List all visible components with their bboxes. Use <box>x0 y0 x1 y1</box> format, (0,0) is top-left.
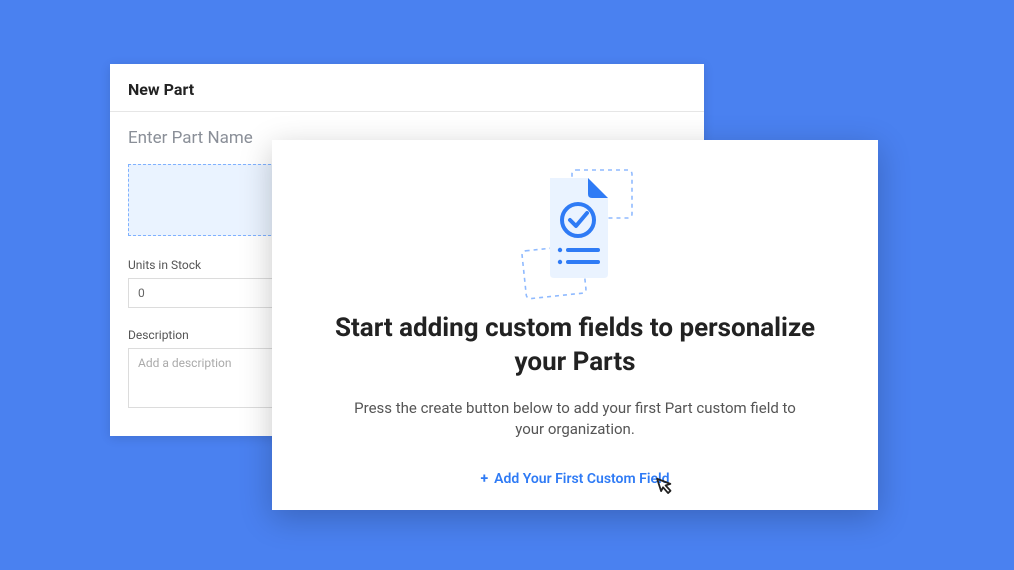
add-first-custom-field-button[interactable]: + Add Your First Custom Field <box>480 471 669 487</box>
custom-fields-modal: Start adding custom fields to personaliz… <box>272 140 878 510</box>
custom-fields-illustration <box>500 158 650 308</box>
plus-icon: + <box>480 471 488 487</box>
new-part-header: New Part <box>110 64 704 112</box>
new-part-title: New Part <box>128 80 686 99</box>
add-first-custom-field-label: Add Your First Custom Field <box>494 471 669 487</box>
custom-fields-heading: Start adding custom fields to personaliz… <box>308 312 842 380</box>
custom-fields-subtext: Press the create button below to add you… <box>340 398 810 442</box>
